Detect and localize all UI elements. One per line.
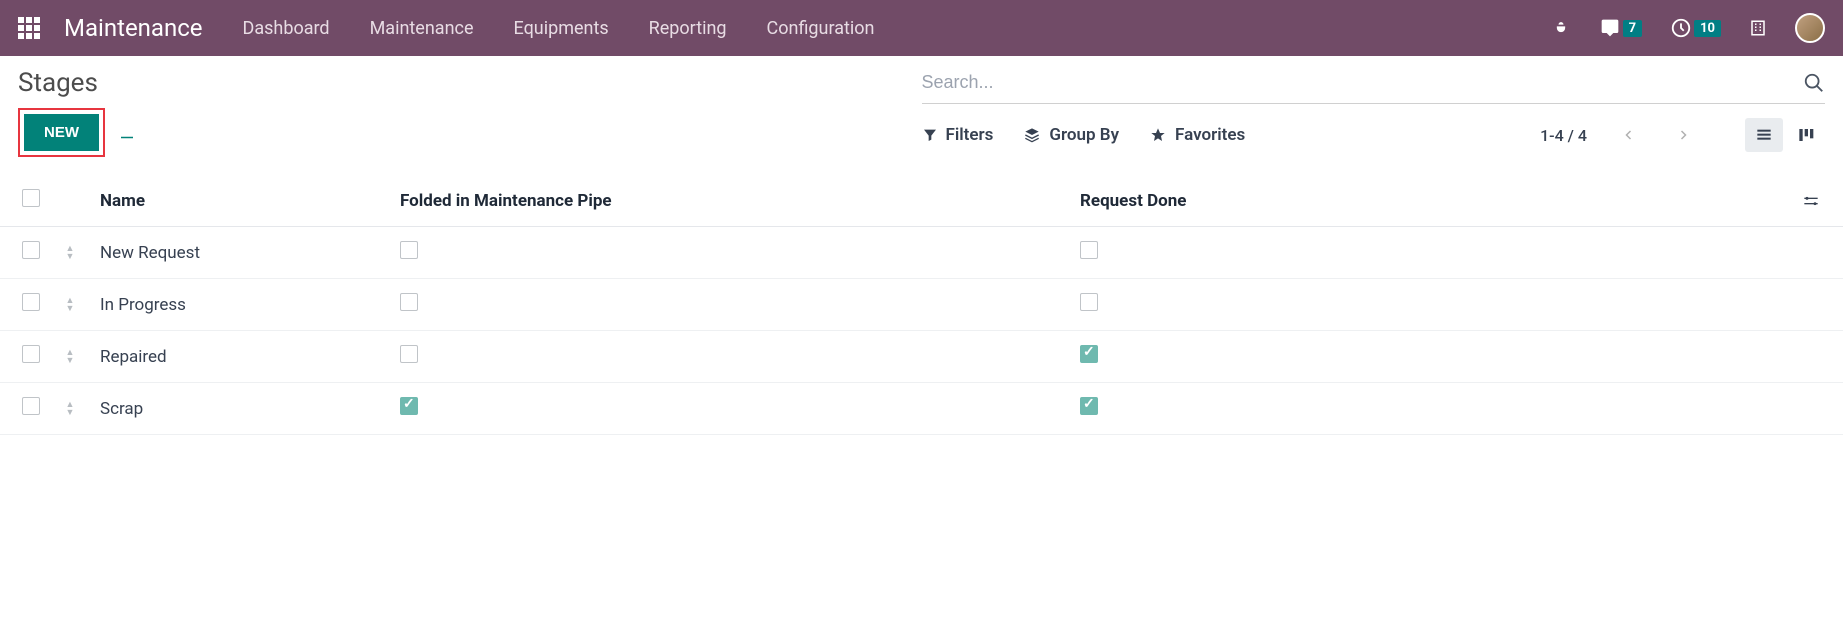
row-select-checkbox[interactable] <box>22 293 40 311</box>
table-row[interactable]: Repaired <box>0 331 1843 383</box>
row-name: Scrap <box>90 383 390 435</box>
folded-checkbox[interactable] <box>400 397 418 415</box>
drag-handle-icon[interactable] <box>60 401 80 417</box>
favorites-label: Favorites <box>1175 125 1245 145</box>
header-done[interactable]: Request Done <box>1070 175 1791 227</box>
list-view-button[interactable] <box>1745 118 1783 152</box>
filters-label: Filters <box>946 125 994 145</box>
filters-button[interactable]: Filters <box>922 125 994 145</box>
kanban-view-button[interactable] <box>1787 118 1825 152</box>
favorites-button[interactable]: Favorites <box>1149 125 1245 145</box>
header-name[interactable]: Name <box>90 175 390 227</box>
nav-maintenance[interactable]: Maintenance <box>370 18 474 39</box>
nav-configuration[interactable]: Configuration <box>767 18 875 39</box>
table-row[interactable]: Scrap <box>0 383 1843 435</box>
select-all-checkbox[interactable] <box>22 189 40 207</box>
table-row[interactable]: In Progress <box>0 279 1843 331</box>
topbar: Maintenance Dashboard Maintenance Equipm… <box>0 0 1843 56</box>
messages-badge: 7 <box>1623 20 1642 37</box>
nav-reporting[interactable]: Reporting <box>649 18 727 39</box>
drag-handle-icon[interactable] <box>60 349 80 365</box>
row-name: New Request <box>90 227 390 279</box>
topbar-right: 7 10 <box>1551 13 1825 43</box>
user-avatar[interactable] <box>1795 13 1825 43</box>
row-name: In Progress <box>90 279 390 331</box>
request-done-checkbox[interactable] <box>1080 293 1098 311</box>
header-folded[interactable]: Folded in Maintenance Pipe <box>390 175 1070 227</box>
company-icon[interactable] <box>1749 18 1767 38</box>
request-done-checkbox[interactable] <box>1080 397 1098 415</box>
control-panel: Stages NEW Filters Group By <box>0 56 1843 157</box>
row-select-checkbox[interactable] <box>22 241 40 259</box>
row-select-checkbox[interactable] <box>22 345 40 363</box>
row-select-checkbox[interactable] <box>22 397 40 415</box>
apps-launcher-icon[interactable] <box>18 17 40 39</box>
nav-equipments[interactable]: Equipments <box>514 18 609 39</box>
folded-checkbox[interactable] <box>400 241 418 259</box>
request-done-checkbox[interactable] <box>1080 241 1098 259</box>
activities-badge: 10 <box>1694 20 1721 37</box>
search-icon[interactable] <box>1803 72 1825 94</box>
nav-links: Dashboard Maintenance Equipments Reporti… <box>243 18 1551 39</box>
pager-prev-icon[interactable] <box>1617 127 1641 143</box>
bug-icon[interactable] <box>1551 18 1571 38</box>
folded-checkbox[interactable] <box>400 345 418 363</box>
folded-checkbox[interactable] <box>400 293 418 311</box>
table-row[interactable]: New Request <box>0 227 1843 279</box>
groupby-button[interactable]: Group By <box>1023 125 1119 145</box>
drag-handle-icon[interactable] <box>60 245 80 261</box>
optional-fields-icon[interactable] <box>1801 193 1821 209</box>
new-button[interactable]: NEW <box>24 114 99 151</box>
new-button-highlight: NEW <box>18 108 105 157</box>
activities-icon[interactable]: 10 <box>1670 17 1721 39</box>
breadcrumb-title: Stages <box>18 68 922 98</box>
stages-table: Name Folded in Maintenance Pipe Request … <box>0 175 1843 435</box>
app-title[interactable]: Maintenance <box>64 14 203 42</box>
nav-dashboard[interactable]: Dashboard <box>243 18 330 39</box>
download-icon[interactable] <box>117 124 137 142</box>
drag-handle-icon[interactable] <box>60 297 80 313</box>
pager-next-icon[interactable] <box>1671 127 1695 143</box>
messages-icon[interactable]: 7 <box>1599 18 1642 38</box>
row-name: Repaired <box>90 331 390 383</box>
search-input[interactable] <box>922 68 1804 97</box>
pager-text[interactable]: 1-4 / 4 <box>1540 126 1587 145</box>
request-done-checkbox[interactable] <box>1080 345 1098 363</box>
groupby-label: Group By <box>1049 125 1119 145</box>
